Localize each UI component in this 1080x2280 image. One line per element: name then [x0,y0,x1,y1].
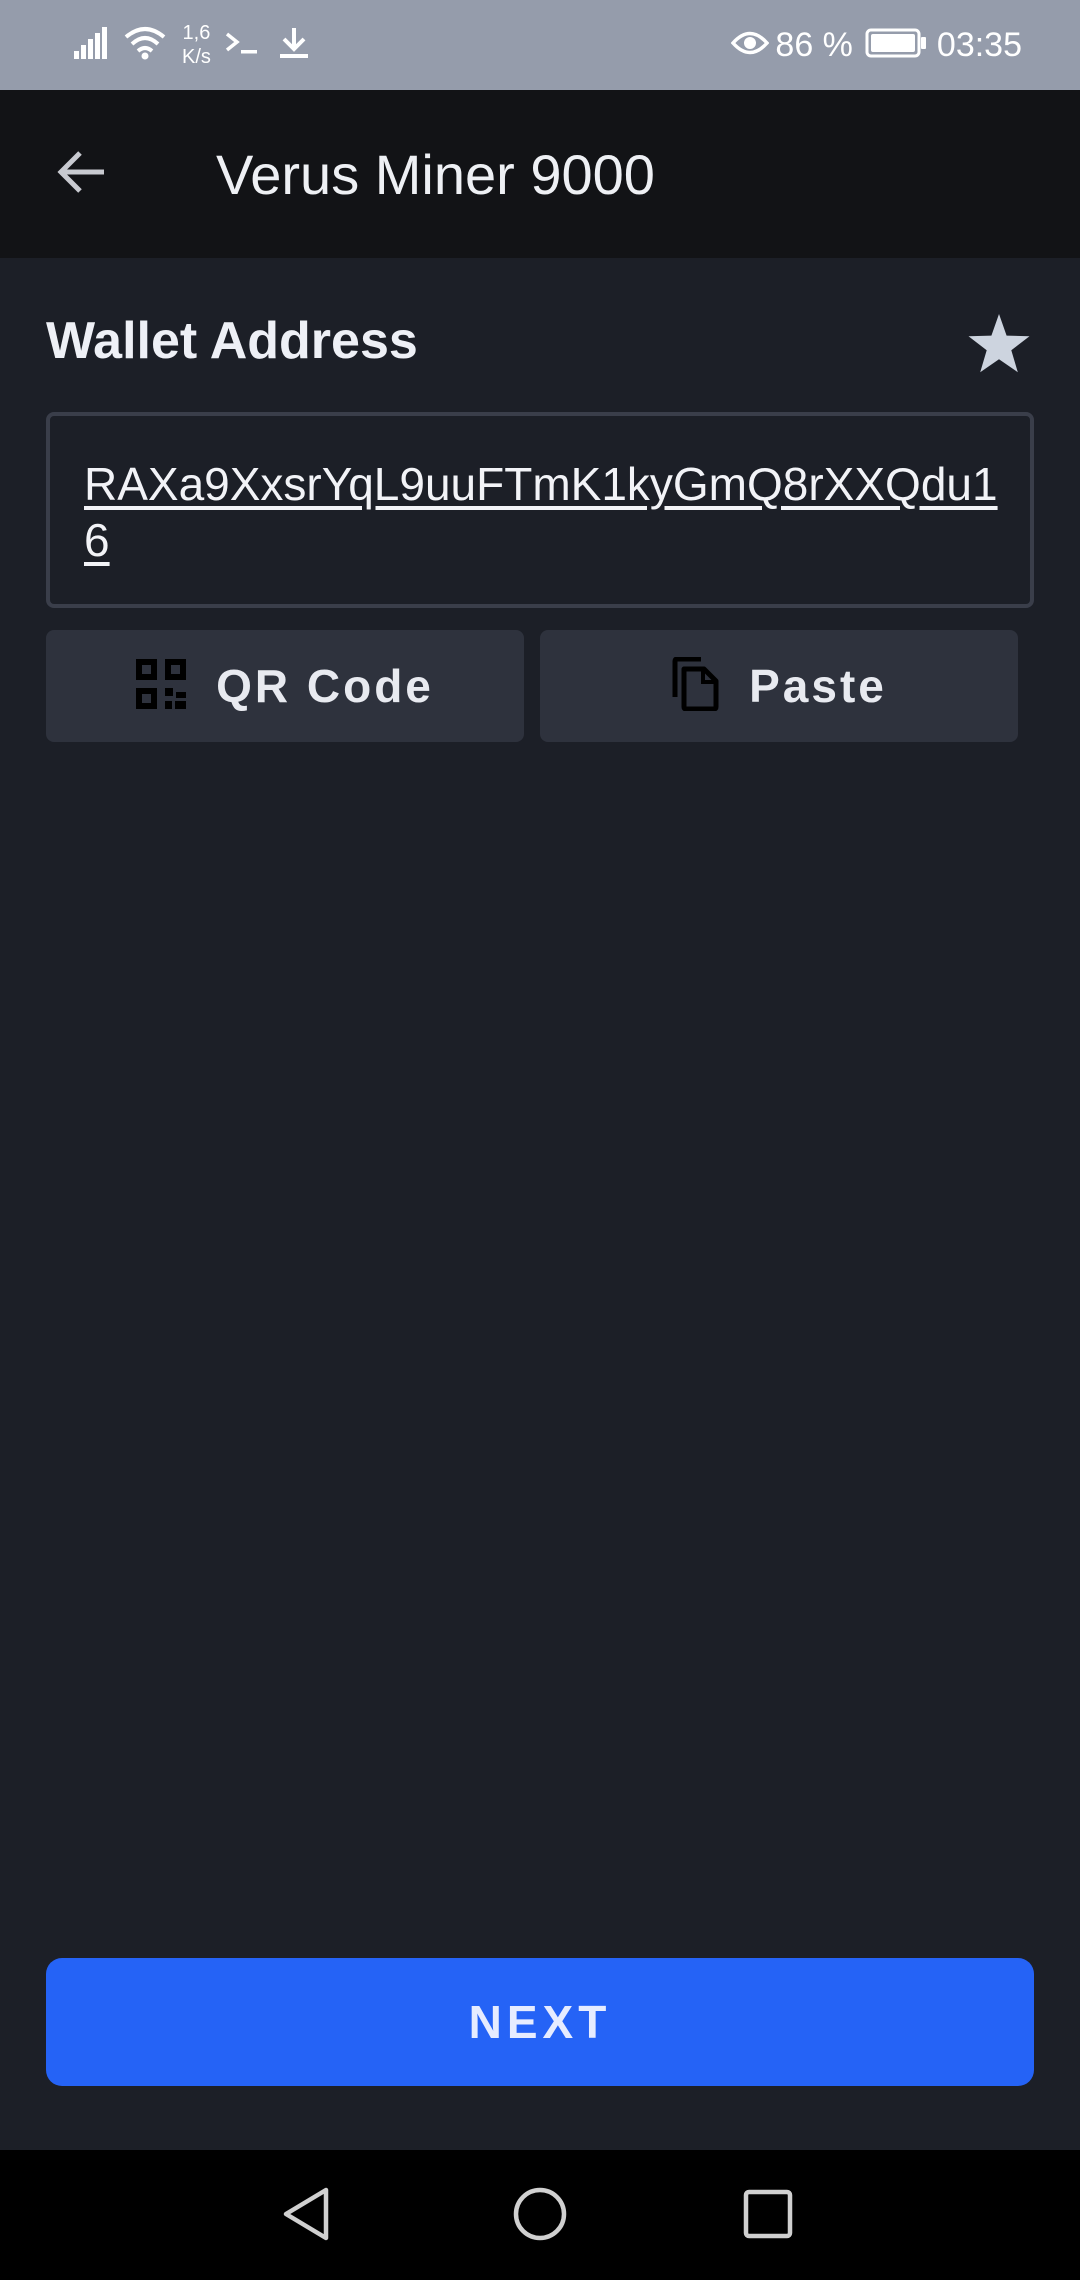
status-bar-right: 86 % 03:35 [731,0,1022,90]
eye-icon [731,30,770,61]
nav-recents-button[interactable] [732,2180,804,2252]
nav-back-icon [280,2186,332,2247]
star-icon [967,312,1031,379]
download-icon [277,26,311,65]
page-title: Verus Miner 9000 [216,143,655,206]
wallet-address-value[interactable]: RAXa9XxsrYqL9uuFTmK1kyGmQ8rXXQdu16 [84,456,1004,568]
system-nav-bar [0,2150,1080,2280]
paste-button[interactable]: Paste [540,630,1018,742]
next-label: NEXT [468,1996,612,2048]
next-button[interactable]: NEXT [46,1958,1034,2086]
network-speed: 1,6 K/s [182,21,211,69]
back-button[interactable] [44,136,120,212]
clock: 03:35 [936,25,1022,64]
network-speed-value: 1,6 [182,22,211,44]
signal-icon [74,26,108,64]
paste-icon [671,656,719,716]
app-bar: Verus Miner 9000 [0,90,1080,258]
favorite-button[interactable] [960,306,1038,384]
network-speed-unit: K/s [182,46,211,68]
qr-code-label: QR Code [216,660,434,712]
paste-label: Paste [749,660,887,712]
qr-code-button[interactable]: QR Code [46,630,524,742]
nav-back-button[interactable] [270,2180,342,2252]
battery-icon [865,28,927,63]
qr-code-icon [136,658,187,714]
status-bar-left: 1,6 K/s [74,0,311,90]
battery-percent: 86 % [775,25,853,64]
wifi-icon [124,26,166,65]
status-bar: 1,6 K/s 86 % 03:35 [0,0,1080,90]
wallet-address-field[interactable]: RAXa9XxsrYqL9uuFTmK1kyGmQ8rXXQdu16 [46,412,1034,608]
terminal-icon [225,30,259,61]
nav-recents-icon [743,2189,793,2244]
nav-home-icon [512,2186,568,2247]
section-title: Wallet Address [46,312,418,370]
nav-home-button[interactable] [504,2180,576,2252]
back-arrow-icon [56,148,108,201]
